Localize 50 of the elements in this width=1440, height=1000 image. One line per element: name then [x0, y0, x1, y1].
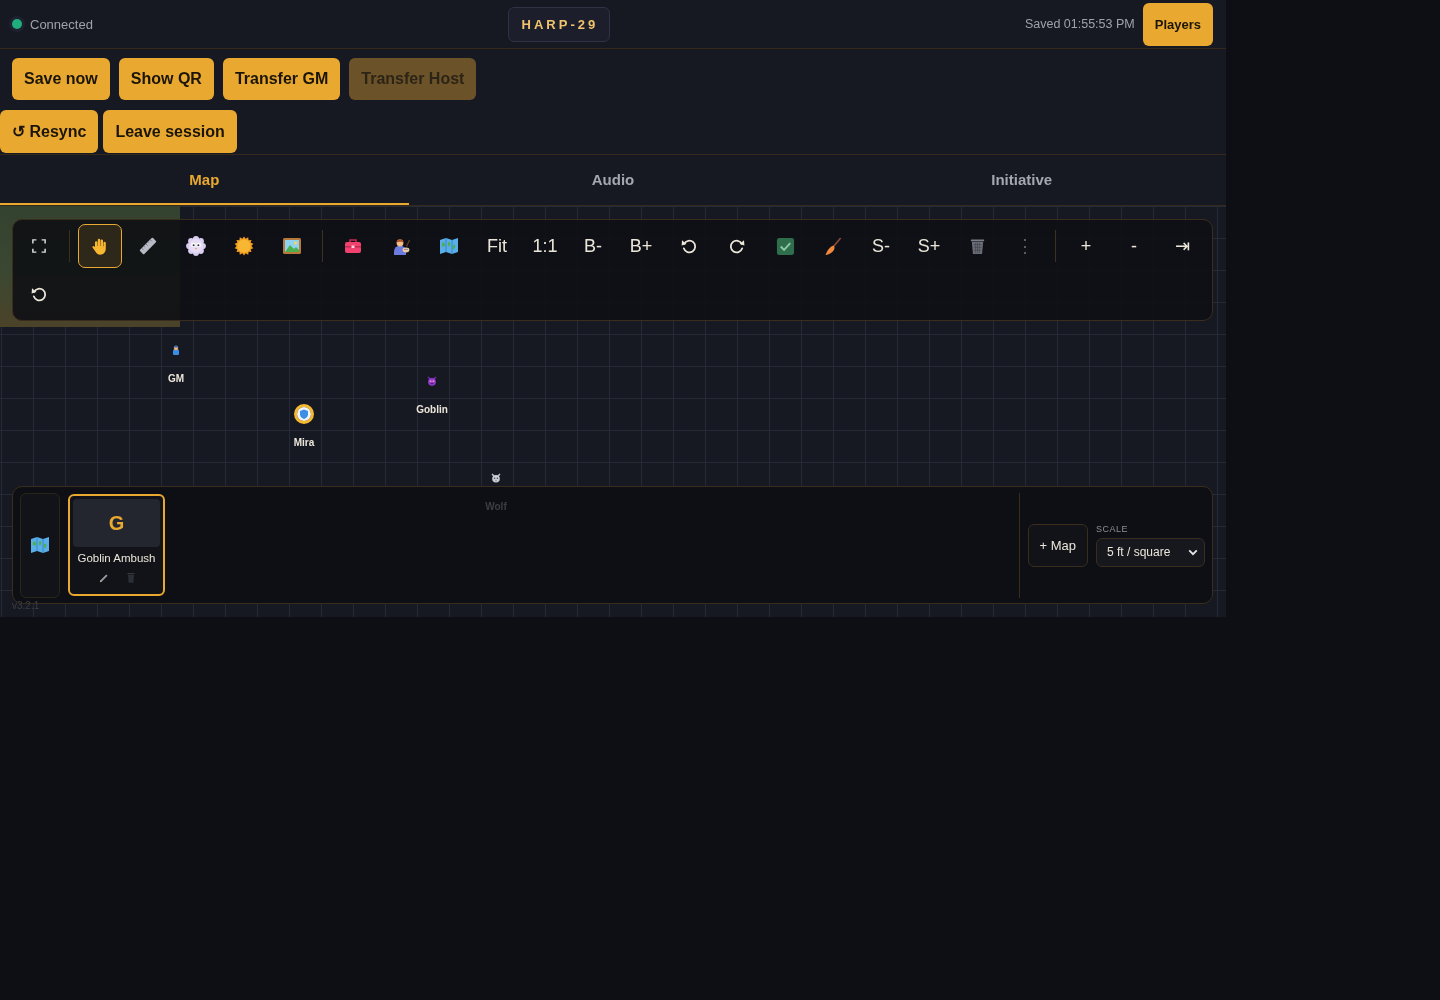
map-icon — [30, 535, 50, 555]
add-map-button[interactable]: + Map — [1027, 523, 1088, 567]
room-code-badge: HARP-29 — [507, 6, 611, 42]
painter-icon — [391, 236, 411, 256]
players-button[interactable]: Players — [1142, 2, 1213, 46]
toolbox-icon — [343, 236, 363, 256]
cloud-face-icon — [186, 236, 206, 256]
chevron-down-icon — [1188, 548, 1198, 556]
scene-thumbnail: G — [73, 499, 160, 547]
scene-name: Goblin Ambush — [77, 552, 156, 564]
tool-button[interactable] — [78, 224, 122, 268]
tool-button[interactable]: ⇥ — [1160, 224, 1204, 268]
refresh-icon — [30, 285, 48, 303]
rotate-right-icon — [728, 237, 746, 255]
action-button[interactable]: Show QR — [118, 58, 214, 100]
tool-button[interactable]: - — [1112, 224, 1156, 268]
action-button[interactable]: ↺ Resync — [0, 110, 99, 153]
rotate-left-icon — [680, 237, 698, 255]
action-button[interactable]: Save now — [12, 58, 110, 100]
shield-token-icon[interactable] — [294, 404, 314, 424]
tool-button[interactable]: Fit — [475, 224, 519, 268]
connection-status: Connected — [30, 16, 93, 32]
tab[interactable]: Audio — [408, 155, 818, 205]
map-library-button[interactable] — [20, 492, 60, 598]
fullscreen-icon — [32, 239, 46, 253]
scale-select[interactable]: 5 ft / square — [1096, 537, 1205, 567]
wolf-face-token-icon[interactable] — [491, 473, 501, 483]
token-label: GM — [167, 372, 185, 384]
tab[interactable]: Initiative — [817, 155, 1226, 205]
tool-button[interactable]: B- — [571, 224, 615, 268]
framed-picture-icon — [282, 236, 302, 256]
sun-icon — [234, 236, 254, 256]
map-icon — [439, 236, 459, 256]
scene-card[interactable]: G Goblin Ambush — [68, 494, 165, 596]
figure-token-icon[interactable] — [171, 345, 181, 355]
token-label: Mira — [293, 436, 315, 448]
scale-label: SCALE — [1096, 523, 1129, 534]
tool-button[interactable]: + — [1064, 224, 1108, 268]
devil-face-token-icon[interactable] — [427, 376, 437, 386]
action-button[interactable]: Leave session — [103, 110, 237, 153]
tool-button[interactable]: 1:1 — [523, 224, 567, 268]
tool-button[interactable]: S+ — [907, 224, 951, 268]
brush-icon — [823, 236, 843, 256]
token-label: Goblin — [416, 403, 448, 415]
tool-button[interactable]: S- — [859, 224, 903, 268]
tool-button[interactable]: B+ — [619, 224, 663, 268]
pencil-icon[interactable] — [98, 573, 109, 583]
action-button[interactable]: Transfer GM — [222, 58, 341, 100]
checkbox-icon — [775, 236, 795, 256]
save-status: Saved 01:55:53 PM — [1024, 17, 1135, 31]
